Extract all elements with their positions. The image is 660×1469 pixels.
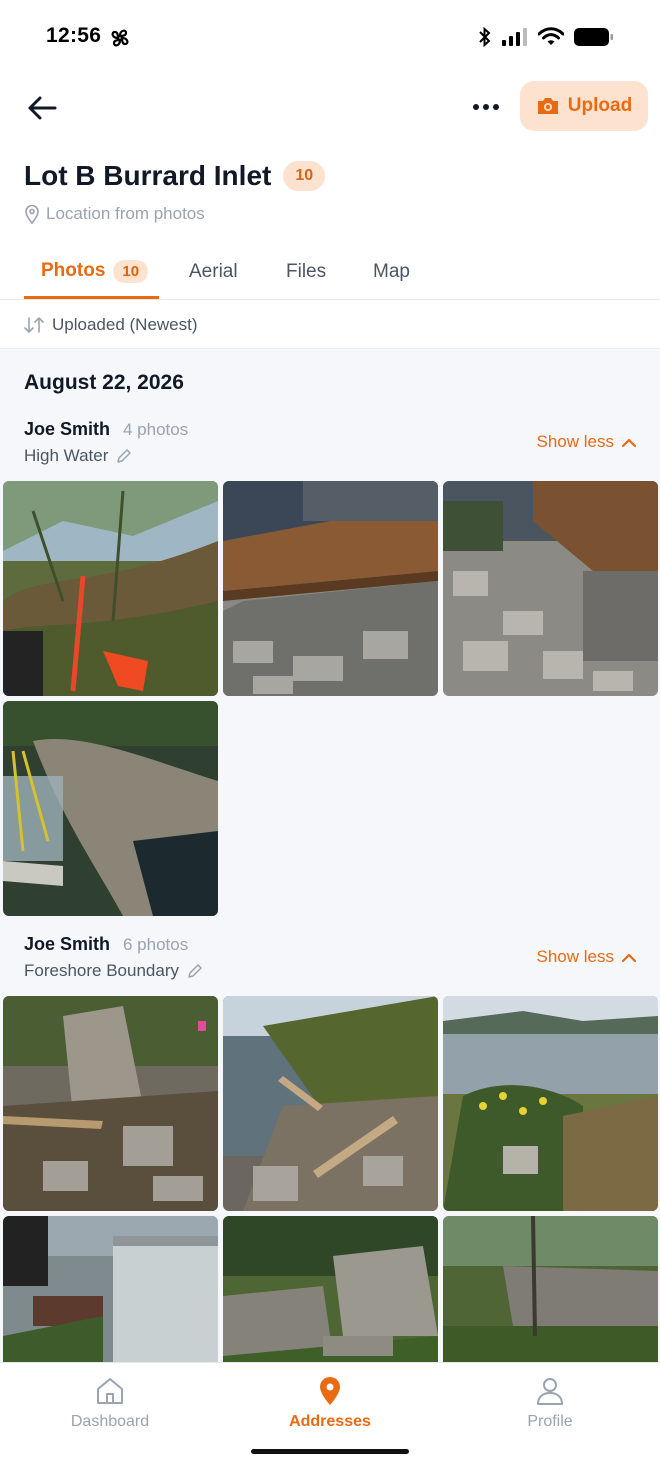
nav-dashboard[interactable]: Dashboard [40,1375,180,1431]
tab-files[interactable]: Files [286,246,326,298]
wifi-icon [537,27,565,52]
tab-bar: Photos 10 Aerial Files Map [0,246,660,300]
group-photo-count: 4 photos [123,420,189,439]
group-label-row: High Water [24,446,132,466]
status-bar: 12:56 [0,0,660,76]
more-horizontal-icon [473,104,499,110]
photo-thumbnail[interactable] [3,996,218,1211]
camera-icon [537,98,558,114]
top-navigation: Upload [0,78,660,136]
battery-icon [574,27,614,52]
nav-addresses-label: Addresses [289,1413,371,1430]
photo-count-badge: 10 [283,161,326,191]
tab-photos-label: Photos [41,260,106,281]
page-title: Lot B Burrard Inlet [24,160,272,191]
sort-icon [24,316,44,333]
location-text: Location from photos [46,204,205,223]
photo-thumbnail[interactable] [223,996,438,1211]
nav-profile-label: Profile [527,1413,573,1430]
photo-group-header: Joe Smith 6 photos Foreshore Boundary Sh… [24,934,636,984]
group-label: High Water [24,446,109,465]
sort-label: Uploaded (Newest) [52,314,198,334]
group-photo-count: 6 photos [123,935,189,954]
pencil-icon[interactable] [187,963,203,979]
photo-thumbnail[interactable] [3,701,218,916]
photo-thumbnail[interactable] [443,996,658,1211]
upload-button[interactable]: Upload [520,81,648,131]
photo-thumbnail[interactable] [443,1216,658,1362]
chevron-up-icon [622,953,636,962]
upload-label: Upload [567,95,633,116]
pencil-icon[interactable] [116,448,132,464]
photo-thumbnail[interactable] [223,481,438,696]
photo-feed: August 22, 2026 Joe Smith 4 photos High … [0,349,660,1362]
bottom-navigation: Dashboard Addresses Profile [0,1362,660,1469]
nav-dashboard-label: Dashboard [70,1413,150,1430]
tab-files-label: Files [286,261,327,282]
show-less-button[interactable]: Show less [537,947,636,967]
group-label: Foreshore Boundary [24,961,179,980]
tab-photos[interactable]: Photos 10 [24,246,159,299]
uploader-name: Joe Smith [24,419,111,439]
nav-addresses[interactable]: Addresses [260,1375,400,1431]
sort-button[interactable]: Uploaded (Newest) [0,301,660,349]
home-indicator[interactable] [251,1449,409,1454]
photo-group-header: Joe Smith 4 photos High Water Show less [24,419,636,469]
photo-thumbnail[interactable] [3,481,218,696]
nav-profile[interactable]: Profile [480,1375,620,1431]
back-button[interactable] [24,90,60,126]
location-row: Location from photos [24,204,205,224]
tab-map-label: Map [373,261,410,282]
arrow-left-icon [28,96,57,120]
photo-thumbnail[interactable] [3,1216,218,1362]
group-label-row: Foreshore Boundary [24,961,203,981]
bluetooth-icon [478,26,492,53]
tab-aerial[interactable]: Aerial [189,246,238,298]
fan-icon [108,26,132,55]
title-row: Lot B Burrard Inlet 10 [24,160,326,192]
home-icon [97,1378,123,1404]
show-less-label: Show less [536,947,614,966]
photo-thumbnail[interactable] [223,1216,438,1362]
chevron-up-icon [622,438,636,447]
uploader-name: Joe Smith [24,934,111,954]
user-icon [537,1378,563,1405]
show-less-button[interactable]: Show less [537,432,636,452]
date-heading: August 22, 2026 [24,371,184,394]
map-pin-icon [25,204,39,224]
status-time: 12:56 [46,24,102,47]
tab-aerial-label: Aerial [189,261,238,282]
signal-icon [502,28,528,51]
show-less-label: Show less [536,432,614,451]
tab-photos-count: 10 [113,259,149,283]
tab-map[interactable]: Map [373,246,410,298]
map-pin-icon [320,1377,340,1405]
photo-thumbnail[interactable] [443,481,658,696]
more-options-button[interactable] [466,92,506,122]
